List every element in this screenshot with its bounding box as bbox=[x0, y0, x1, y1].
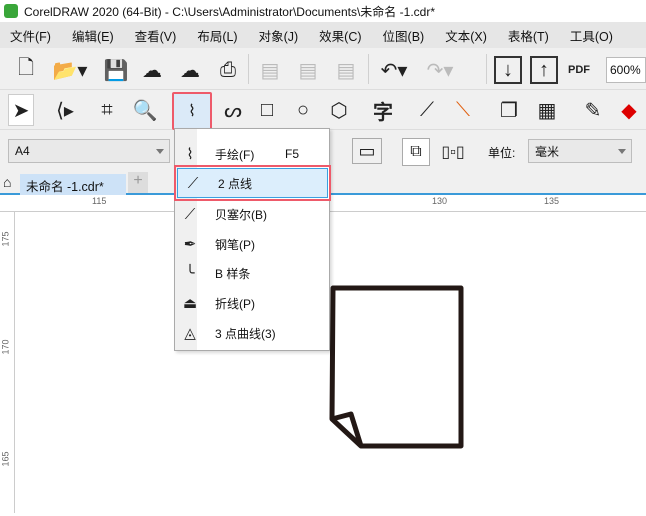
ruler-label: 135 bbox=[544, 196, 560, 206]
item-label: 贝塞尔(B) bbox=[215, 207, 267, 222]
toolbox: ➤ ⟨▸ ⌗ 🔍 ᔕ □ ○ ⬡ 字 ⟋ ⟍ ❐ ▦ ✎ ◆ bbox=[0, 90, 646, 130]
vertical-ruler[interactable]: 175 170 165 bbox=[0, 212, 15, 513]
landscape-icon[interactable]: ▭ bbox=[352, 138, 382, 164]
shape-tool-icon[interactable]: ⟨▸ bbox=[50, 94, 80, 126]
redo-icon[interactable]: ↷▾ bbox=[420, 56, 460, 84]
import-icon[interactable]: ↓ bbox=[494, 56, 522, 84]
polyline-icon: ⏏ bbox=[182, 295, 198, 312]
home-icon[interactable]: ⌂ bbox=[3, 174, 11, 190]
cloud-upload-icon[interactable]: ☁ bbox=[176, 56, 204, 84]
pick-tool-icon[interactable]: ➤ bbox=[8, 94, 34, 126]
flyout-item-pen[interactable]: ✒ 钢笔(P) bbox=[175, 229, 329, 259]
menu-edit[interactable]: 编辑(E) bbox=[72, 26, 114, 45]
drawing-canvas[interactable] bbox=[15, 212, 646, 513]
add-tab-button[interactable]: + bbox=[128, 172, 148, 193]
pen-icon: ✒ bbox=[183, 236, 197, 253]
separator bbox=[368, 54, 369, 84]
ruler-label: 165 bbox=[0, 451, 11, 467]
unit-label: 单位: bbox=[488, 146, 516, 160]
flyout-item-bezier[interactable]: ⟋ 贝塞尔(B) bbox=[175, 199, 329, 229]
transparency-icon[interactable]: ▦ bbox=[532, 94, 562, 126]
three-point-curve-icon: ◬ bbox=[184, 325, 196, 342]
save-icon[interactable]: 💾 bbox=[102, 56, 130, 84]
page-size-select[interactable]: A4 bbox=[8, 139, 170, 163]
separator bbox=[248, 54, 249, 84]
dimension-tool-icon[interactable]: ⟋ bbox=[412, 94, 442, 126]
zoom-level-field[interactable]: 600% bbox=[606, 57, 646, 83]
document-tab[interactable]: 未命名 -1.cdr* bbox=[20, 174, 126, 195]
ruler-label: 170 bbox=[0, 339, 11, 355]
zoom-tool-icon[interactable]: 🔍 bbox=[130, 94, 160, 126]
item-label: 手绘(F) bbox=[215, 147, 255, 162]
flyout-item-3-point-curve[interactable]: ◬ 3 点曲线(3) bbox=[175, 318, 329, 348]
item-label: 3 点曲线(3) bbox=[215, 326, 276, 341]
ellipse-tool-icon[interactable]: ○ bbox=[288, 94, 318, 126]
menu-view[interactable]: 查看(V) bbox=[135, 26, 177, 45]
freehand-icon: ⌇ bbox=[188, 103, 196, 120]
item-label: 折线(P) bbox=[215, 296, 255, 311]
copy-icon[interactable]: ▤ bbox=[294, 56, 322, 84]
menu-effects[interactable]: 效果(C) bbox=[319, 26, 361, 45]
flyout-item-bspline[interactable]: ╰ B 样条 bbox=[175, 258, 329, 288]
artistic-media-icon[interactable]: ᔕ bbox=[218, 94, 248, 126]
separator bbox=[486, 54, 487, 84]
item-label: 2 点线 bbox=[218, 176, 253, 191]
freehand-tool-button[interactable]: ⌇ bbox=[172, 92, 212, 130]
print-icon[interactable]: ⎙ bbox=[214, 56, 242, 84]
menu-bitmaps[interactable]: 位图(B) bbox=[383, 26, 425, 45]
current-page-icon[interactable]: ▯▫▯ bbox=[438, 138, 468, 166]
export-icon[interactable]: ↑ bbox=[530, 56, 558, 84]
eyedropper-icon[interactable]: ✎ bbox=[578, 94, 608, 126]
bezier-icon: ⟋ bbox=[184, 205, 196, 223]
publish-pdf-icon[interactable]: PDF bbox=[564, 56, 594, 84]
standard-toolbar: 🗋 📂▾ 💾 ☁ ☁ ⎙ ▤ ▤ ▤ ↶▾ ↷▾ ↓ ↑ PDF 600% bbox=[0, 48, 646, 90]
unit-select[interactable]: 毫米 bbox=[528, 139, 632, 163]
undo-icon[interactable]: ↶▾ bbox=[374, 56, 414, 84]
item-label: B 样条 bbox=[215, 266, 251, 281]
menu-tools[interactable]: 工具(O) bbox=[570, 26, 613, 45]
crop-tool-icon[interactable]: ⌗ bbox=[92, 94, 122, 126]
shortcut: F5 bbox=[285, 147, 300, 161]
rectangle-tool-icon[interactable]: □ bbox=[252, 94, 282, 126]
coreldraw-logo-icon bbox=[4, 4, 18, 18]
window-title: CorelDRAW 2020 (64-Bit) - C:\Users\Admin… bbox=[24, 4, 435, 19]
item-label: 钢笔(P) bbox=[215, 237, 255, 252]
bspline-icon: ╰ bbox=[185, 265, 195, 282]
two-point-line-icon: ⟋ bbox=[187, 174, 199, 192]
unit-value: 毫米 bbox=[535, 144, 560, 159]
menu-bar: 文件(F) 编辑(E) 查看(V) 布局(L) 对象(J) 效果(C) 位图(B… bbox=[0, 22, 646, 48]
flyout-item-freehand[interactable]: ⌇ 手绘(F) F5 bbox=[175, 139, 329, 169]
polygon-tool-icon[interactable]: ⬡ bbox=[324, 94, 354, 126]
menu-layout[interactable]: 布局(L) bbox=[197, 26, 237, 45]
ruler-label: 175 bbox=[0, 231, 11, 247]
ruler-label: 130 bbox=[432, 196, 448, 206]
ruler-label: 115 bbox=[92, 196, 107, 206]
paste-icon[interactable]: ▤ bbox=[332, 56, 360, 84]
cloud-download-icon[interactable]: ☁ bbox=[138, 56, 166, 84]
cut-icon[interactable]: ▤ bbox=[256, 56, 284, 84]
fill-tool-icon[interactable]: ◆ bbox=[614, 94, 644, 126]
menu-file[interactable]: 文件(F) bbox=[10, 26, 51, 45]
flyout-item-polyline[interactable]: ⏏ 折线(P) bbox=[175, 288, 329, 318]
connector-tool-icon[interactable]: ⟍ bbox=[448, 94, 478, 126]
menu-table[interactable]: 表格(T) bbox=[508, 26, 549, 45]
open-icon[interactable]: 📂▾ bbox=[50, 56, 90, 84]
curve-tools-flyout: ⌇ 手绘(F) F5 ⟋ 2 点线 ⟋ 贝塞尔(B) ✒ 钢笔(P) ╰ B 样条 ⏏ 折线(… bbox=[174, 128, 331, 351]
drop-shadow-icon[interactable]: ❐ bbox=[494, 94, 524, 126]
page-size-value: A4 bbox=[15, 144, 30, 158]
document-shape[interactable] bbox=[15, 212, 646, 513]
all-pages-icon[interactable]: ⧉ bbox=[402, 138, 430, 166]
text-tool-icon[interactable]: 字 bbox=[368, 94, 398, 126]
title-bar: CorelDRAW 2020 (64-Bit) - C:\Users\Admin… bbox=[0, 0, 646, 22]
new-document-icon[interactable]: 🗋 bbox=[12, 56, 40, 84]
flyout-item-2-point-line[interactable]: ⟋ 2 点线 bbox=[174, 165, 331, 201]
menu-text[interactable]: 文本(X) bbox=[445, 26, 487, 45]
menu-object[interactable]: 对象(J) bbox=[259, 26, 299, 45]
freehand-icon: ⌇ bbox=[186, 146, 194, 163]
